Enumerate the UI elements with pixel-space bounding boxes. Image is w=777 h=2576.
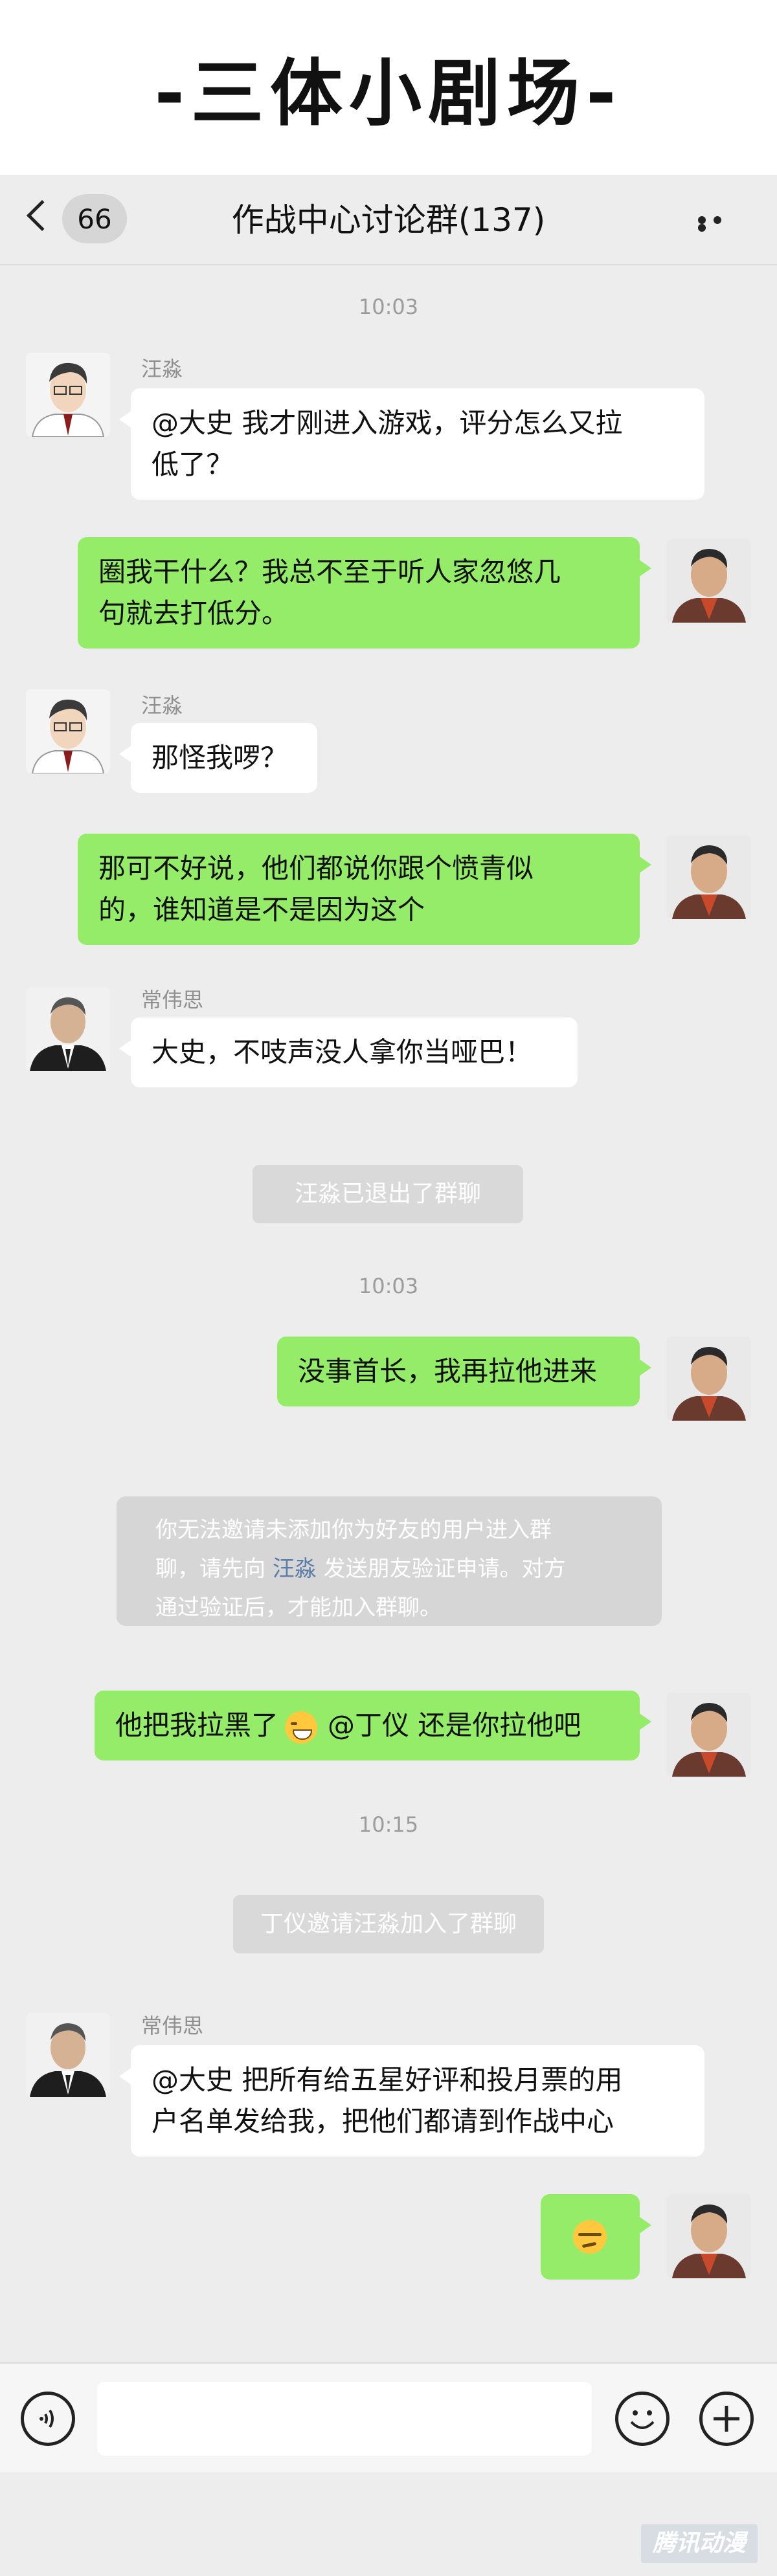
more-icon[interactable] [698, 216, 737, 232]
notice-user-link[interactable]: 汪淼 [273, 1556, 317, 1582]
message-line: 那可不好说，他们都说你跟个愤青似 [98, 852, 534, 884]
avatar-chang-weisi[interactable] [26, 2013, 110, 2097]
sender-name: 常伟思 [141, 2014, 204, 2038]
message-bubble-self[interactable]: 他把我拉黑了 @丁仪 还是你拉他吧 [95, 1691, 651, 1760]
message-line: 那怪我啰？ [152, 742, 288, 773]
avatar-da-shi[interactable] [667, 1337, 751, 1421]
avatar-chang-weisi[interactable] [26, 987, 110, 1071]
unread-count-badge[interactable]: 66 [62, 194, 127, 243]
timestamp: 10:03 [358, 1274, 419, 1298]
notice-line: 聊，请先向 汪淼 发送朋友验证申请。对方 [155, 1549, 623, 1588]
timestamp: 10:15 [358, 1812, 419, 1837]
message-line: 户名单发给我，把他们都请到作战中心 [152, 2105, 614, 2137]
avatar-da-shi[interactable] [667, 1693, 751, 1777]
smirk-emoji [573, 2220, 607, 2254]
system-notice: 你无法邀请未添加你为好友的用户进入群 聊，请先向 汪淼 发送朋友验证申请。对方 … [117, 1496, 662, 1626]
message-line: @大史 我才刚进入游戏，评分怎么又拉 [152, 407, 623, 439]
message-line: @大史 把所有给五星好评和投月票的用 [152, 2064, 623, 2096]
notice-text: 聊，请先向 [155, 1556, 265, 1582]
avatar-wang-miao[interactable] [26, 353, 110, 437]
message-line: 低了？ [152, 449, 234, 480]
watermark-logo: 腾讯动漫 [641, 2524, 758, 2563]
sender-name: 汪淼 [141, 693, 183, 718]
message-bubble-self[interactable]: 那可不好说，他们都说你跟个愤青似 的，谁知道是不是因为这个 [78, 834, 651, 945]
message-line: 句就去打低分。 [98, 597, 289, 629]
message-bubble-self[interactable]: 圈我干什么？我总不至于听人家忽悠几 句就去打低分。 [78, 537, 651, 649]
chat-header: 66 作战中心讨论群(137) [0, 175, 777, 265]
plus-icon[interactable] [699, 2392, 754, 2446]
notice-line: 你无法邀请未添加你为好友的用户进入群 [155, 1517, 552, 1543]
avatar-wang-miao[interactable] [26, 689, 110, 773]
input-bar [0, 2362, 777, 2472]
page-title: -三体小剧场- [154, 52, 623, 136]
sweat-smile-emoji [285, 1711, 318, 1744]
sender-name: 汪淼 [141, 357, 183, 381]
chat-window: 66 作战中心讨论群(137) 10:03 汪淼 @大史 我才刚进入游戏，评分怎… [0, 175, 777, 2576]
message-text: @丁仪 还是你拉他吧 [328, 1709, 581, 1741]
message-text: 他把我拉黑了 [115, 1709, 279, 1741]
avatar-da-shi[interactable] [667, 835, 751, 919]
message-line: 的，谁知道是不是因为这个 [98, 894, 425, 926]
message-bubble[interactable]: 那怪我啰？ [119, 723, 317, 793]
emoji-icon[interactable] [615, 2392, 670, 2446]
page-title-area: -三体小剧场- [0, 0, 777, 175]
message-bubble[interactable]: @大史 把所有给五星好评和投月票的用 户名单发给我，把他们都请到作战中心 [119, 2045, 704, 2157]
chat-title: 作战中心讨论群(137) [231, 201, 546, 239]
timestamp: 10:03 [358, 294, 419, 319]
message-bubble[interactable]: 大史，不吱声没人拿你当哑巴！ [119, 1017, 578, 1087]
message-line: 圈我干什么？我总不至于听人家忽悠几 [98, 556, 561, 588]
message-bubble-self[interactable]: 没事首长，我再拉他进来 [277, 1337, 651, 1406]
message-input[interactable] [97, 2382, 592, 2456]
message-line: 大史，不吱声没人拿你当哑巴！ [152, 1036, 533, 1068]
back-chevron-icon[interactable] [26, 199, 58, 232]
system-message: 丁仪邀请汪淼加入了群聊 [233, 1895, 544, 1953]
avatar-da-shi[interactable] [667, 2194, 751, 2278]
notice-text: 发送朋友验证申请。对方 [323, 1556, 566, 1582]
system-message: 汪淼已退出了群聊 [253, 1165, 523, 1223]
sender-name: 常伟思 [141, 988, 204, 1012]
avatar-da-shi[interactable] [667, 539, 751, 623]
notice-line: 通过验证后，才能加入群聊。 [155, 1595, 442, 1621]
voice-icon[interactable] [21, 2392, 75, 2446]
message-line: 没事首长，我再拉他进来 [298, 1355, 598, 1387]
message-bubble[interactable]: @大史 我才刚进入游戏，评分怎么又拉 低了？ [119, 388, 704, 500]
message-bubble-self[interactable] [541, 2194, 651, 2280]
